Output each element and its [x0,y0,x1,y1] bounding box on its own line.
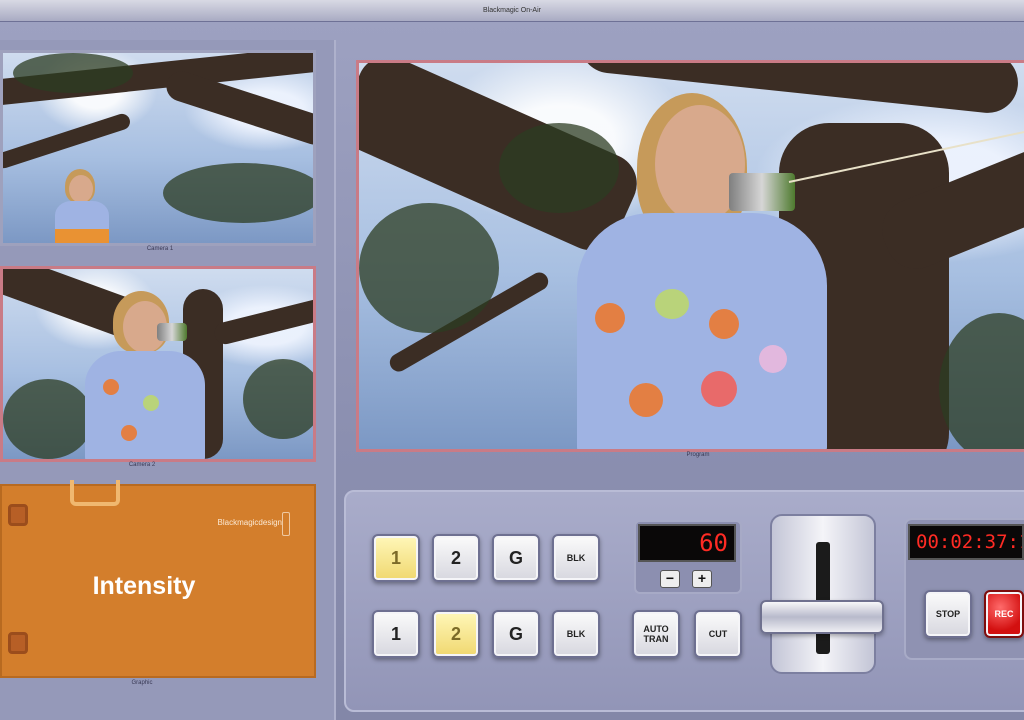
program-black-button[interactable]: BLK [552,534,600,582]
program-camera-2-button[interactable]: 2 [432,534,480,582]
program-monitor[interactable] [356,60,1024,452]
graphics-label: Graphic [131,680,153,686]
record-timecode-display: 00:02:37:1 [908,524,1024,560]
camera-1-video [3,53,313,243]
stop-button[interactable]: STOP [924,590,972,638]
rate-decrease-button[interactable]: − [660,570,680,588]
preview-graphic-button[interactable]: G [492,610,540,658]
window-titlebar: Blackmagic On-Air [0,0,1024,22]
brand-logo-icon [282,512,290,536]
camera-1-monitor[interactable] [0,50,316,246]
graphics-notch [70,480,120,506]
program-label: Program [686,452,710,458]
graphics-monitor[interactable]: Blackmagicdesign Intensity [0,480,316,678]
graphics-corner-top [8,504,28,526]
program-camera-1-button[interactable]: 1 [372,534,420,582]
brand-logo-text: Blackmagicdesign [217,518,282,527]
graphics-corner-bottom [8,632,28,654]
t-bar-handle[interactable] [760,600,884,634]
camera-2-label: Camera 2 [128,462,156,468]
t-bar-track [816,542,830,654]
rate-increase-button[interactable]: + [692,570,712,588]
camera-1-label: Camera 1 [146,246,174,252]
preview-black-button[interactable]: BLK [552,610,600,658]
camera-2-video [3,269,313,459]
auto-transition-button[interactable]: AUTO TRAN [632,610,680,658]
preview-camera-1-button[interactable]: 1 [372,610,420,658]
program-video [359,63,1024,449]
window-title: Blackmagic On-Air [483,7,541,14]
t-bar-fader[interactable] [760,514,884,674]
record-button[interactable]: REC [984,590,1024,638]
camera-2-monitor[interactable] [0,266,316,462]
graphics-title: Intensity [92,572,196,600]
program-graphic-button[interactable]: G [492,534,540,582]
cut-button[interactable]: CUT [694,610,742,658]
preview-camera-2-button[interactable]: 2 [432,610,480,658]
transition-rate-display: 60 [638,524,736,562]
